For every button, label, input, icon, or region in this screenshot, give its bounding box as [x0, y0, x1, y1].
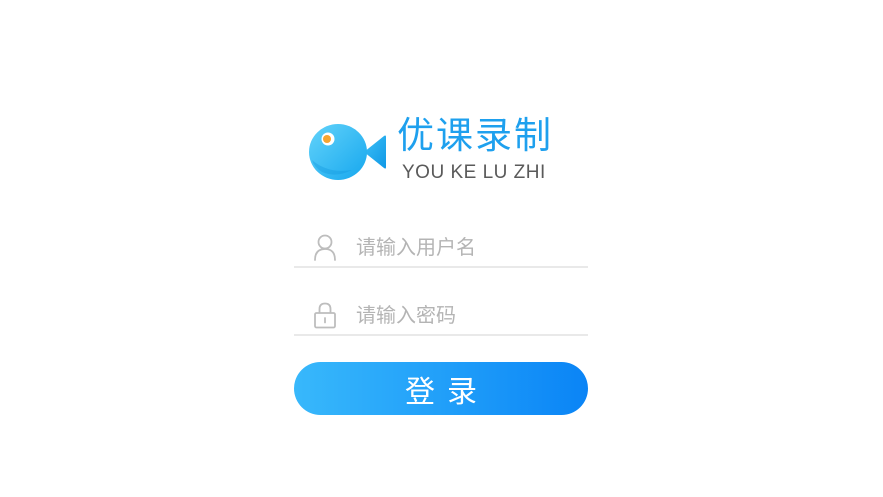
lock-icon	[314, 302, 336, 329]
app-subtitle: YOU KE LU ZHI	[402, 162, 546, 183]
password-input[interactable]	[356, 298, 580, 332]
username-field	[294, 230, 588, 268]
app-title: 优课录制	[397, 114, 553, 157]
user-icon	[314, 234, 336, 261]
fish-camera-icon	[309, 124, 386, 180]
app-logo: 优课录制 YOU KE LU ZHI	[308, 112, 568, 192]
username-input[interactable]	[356, 230, 580, 264]
password-field	[294, 298, 588, 336]
login-button[interactable]: 登录	[294, 362, 588, 415]
